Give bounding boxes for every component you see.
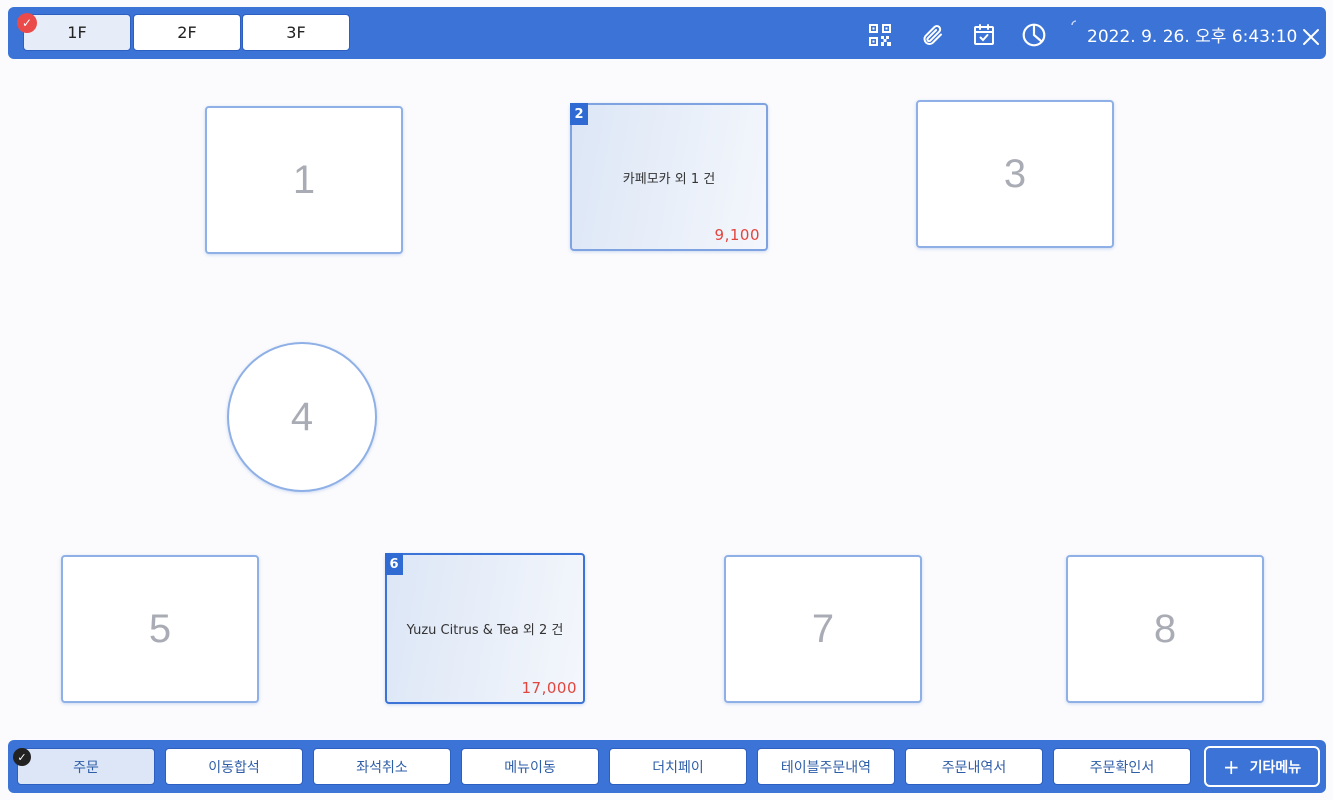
cancel-seat-button[interactable]: 좌석취소 [313,748,451,785]
close-icon[interactable] [1298,24,1324,50]
move-menu-button[interactable]: 메뉴이동 [461,748,599,785]
table-order-history-button[interactable]: 테이블주문내역 [757,748,895,785]
order-summary: Yuzu Citrus & Tea 외 2 건 [406,623,564,638]
order-confirmation-button[interactable]: 주문확인서 [1053,748,1191,785]
table-5[interactable]: 5 [61,555,259,703]
order-button[interactable]: 주문 [17,748,155,785]
table-8[interactable]: 8 [1066,555,1264,703]
table-number-badge: 2 [570,103,588,125]
plus-icon: + [1222,754,1240,779]
active-action-check-icon: ✓ [13,748,31,766]
table-4[interactable]: 4 [227,342,377,492]
order-amount: 17,000 [521,679,577,697]
table-6[interactable]: 6 Yuzu Citrus & Tea 외 2 건 17,000 [385,553,585,704]
dutch-pay-button[interactable]: 더치페이 [609,748,747,785]
order-summary: 카페모카 외 1 건 [622,171,716,187]
table-number: 8 [1153,606,1177,651]
calendar-check-icon[interactable] [970,21,998,49]
floor-tab-3f[interactable]: 3F [242,14,350,51]
paperclip-icon[interactable] [918,21,946,49]
move-merge-button[interactable]: 이동합석 [165,748,303,785]
table-number: 7 [811,606,835,651]
etc-menu-label: 기타메뉴 [1249,759,1302,776]
table-3[interactable]: 3 [916,100,1114,248]
table-2[interactable]: 2 카페모카 외 1 건 9,100 [570,103,768,251]
datetime-display: 2022. 9. 26. 오후 6:43:10 [1087,27,1298,47]
order-statement-button[interactable]: 주문내역서 [905,748,1043,785]
top-bar: ✓ 1F 2F 3F 2022. 9. 26. 오후 6:43:10 [8,7,1326,59]
order-amount: 9,100 [714,226,760,244]
table-1[interactable]: 1 [205,106,403,254]
table-number: 3 [1003,151,1027,196]
floor-tab-1f[interactable]: 1F [23,14,131,51]
table-number: 1 [292,157,316,202]
pie-chart-icon[interactable] [1020,21,1048,49]
active-floor-check-icon: ✓ [17,13,37,33]
bottom-action-bar: ✓ 주문 이동합석 좌석취소 메뉴이동 더치페이 테이블주문내역 주문내역서 주… [8,740,1326,793]
floor-tab-2f[interactable]: 2F [133,14,241,51]
table-number: 5 [148,606,172,651]
etc-menu-button[interactable]: + 기타메뉴 [1204,746,1320,787]
table-7[interactable]: 7 [724,555,922,703]
table-number-badge: 6 [385,553,403,575]
table-number: 4 [290,394,314,439]
qr-code-icon[interactable] [866,21,894,49]
loading-spinner-icon [1071,20,1077,26]
